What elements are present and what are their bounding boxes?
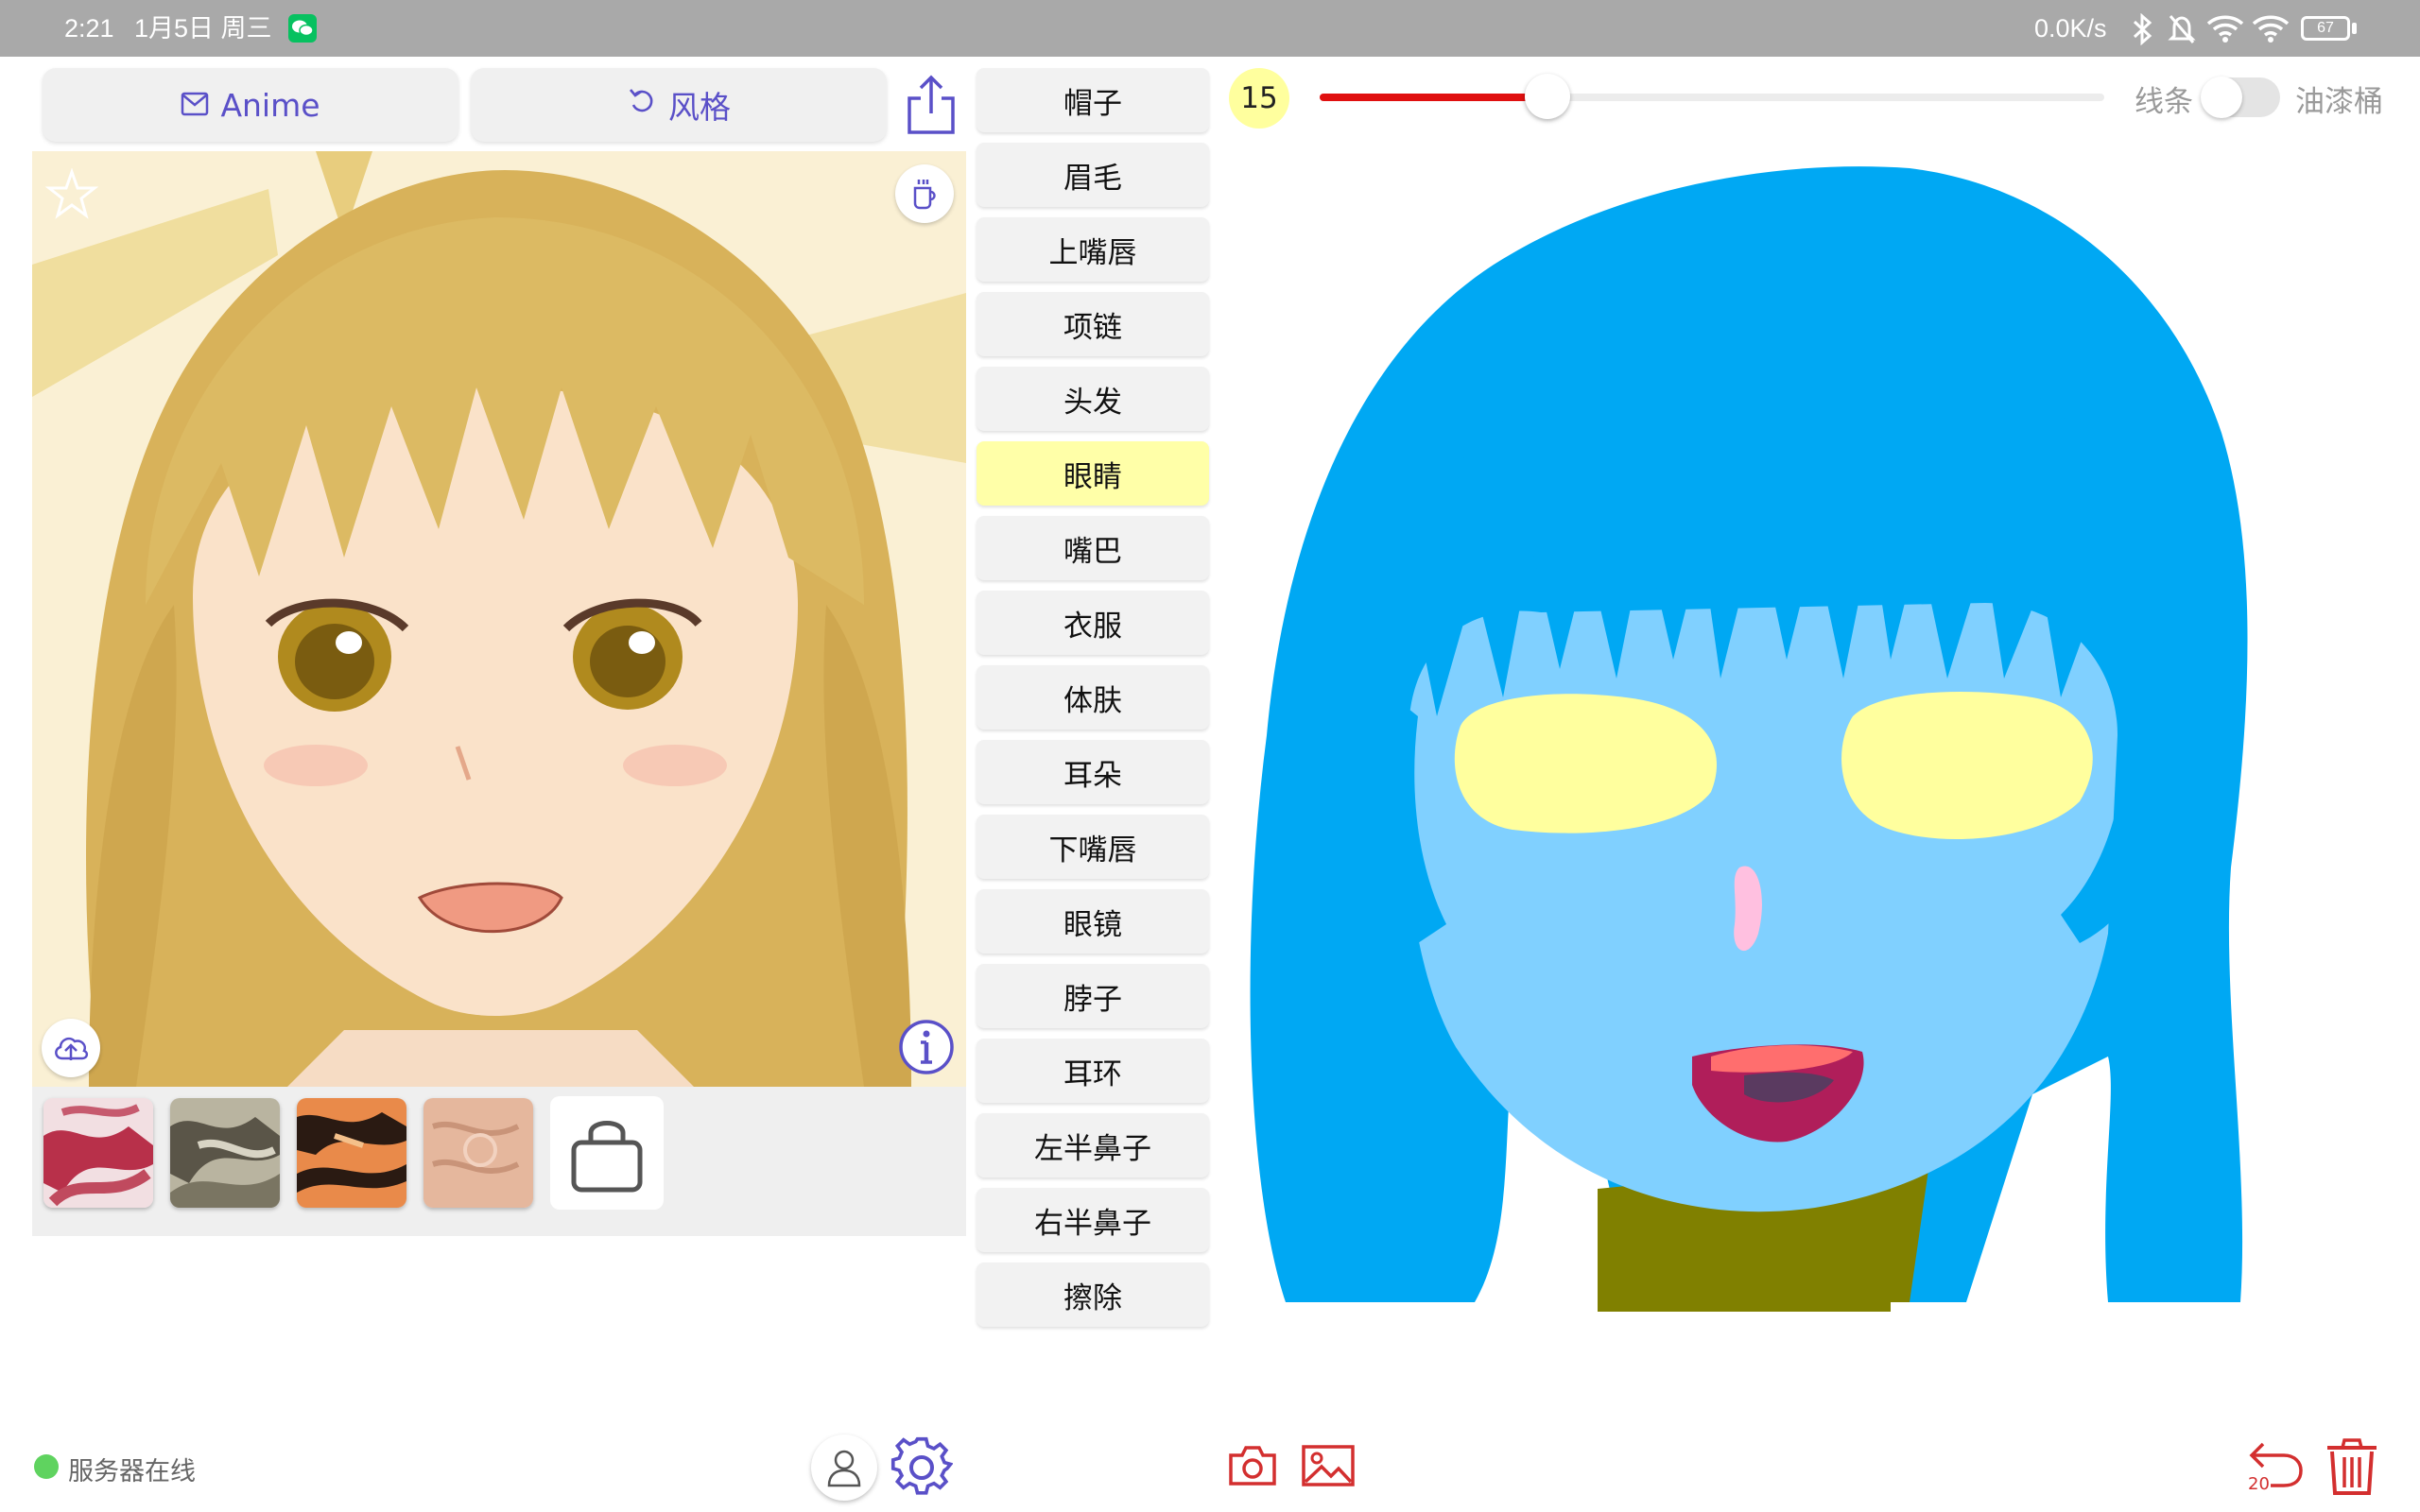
refresh-icon <box>627 86 657 124</box>
part-label: 项链 <box>1063 310 1122 345</box>
part-label: 眼睛 <box>1063 459 1122 494</box>
part-lower-lip[interactable]: 下嘴唇 <box>977 815 1209 879</box>
part-label: 眉毛 <box>1063 161 1122 196</box>
drawing-canvas[interactable] <box>1229 149 2269 1312</box>
anime-button[interactable]: Anime <box>43 68 458 142</box>
part-eraser[interactable]: 擦除 <box>977 1263 1209 1327</box>
style-button[interactable]: 风格 <box>471 68 887 142</box>
part-label: 眼镜 <box>1063 907 1122 942</box>
part-eyes[interactable]: 眼睛 <box>977 441 1209 506</box>
part-clothes[interactable]: 衣服 <box>977 591 1209 655</box>
wifi-icon <box>2252 13 2290 47</box>
part-label: 体肤 <box>1063 683 1122 718</box>
part-label: 耳环 <box>1063 1057 1122 1091</box>
slider-thumb[interactable] <box>1524 74 1570 119</box>
camera-icon[interactable] <box>1227 1444 1278 1491</box>
part-upper-lip[interactable]: 上嘴唇 <box>977 217 1209 282</box>
fill-mode-toggle[interactable] <box>2201 77 2280 118</box>
info-icon[interactable] <box>898 1019 955 1079</box>
style-label: 风格 <box>668 89 731 126</box>
part-earrings[interactable]: 耳环 <box>977 1039 1209 1103</box>
part-label: 上嘴唇 <box>1048 235 1137 270</box>
part-skin[interactable]: 体肤 <box>977 665 1209 730</box>
part-hair[interactable]: 头发 <box>977 367 1209 431</box>
battery-icon: 67 <box>2301 16 2350 41</box>
undo-count: 20 <box>2248 1474 2270 1494</box>
anime-portrait-art <box>32 151 966 1087</box>
battery-level: 67 <box>2317 20 2334 36</box>
part-left-nose[interactable]: 左半鼻子 <box>977 1113 1209 1177</box>
part-ears[interactable]: 耳朵 <box>977 740 1209 804</box>
part-label: 嘴巴 <box>1063 534 1122 569</box>
part-label: 衣服 <box>1063 609 1122 644</box>
status-bar: 2:21 1月5日 周三 0.0K/s 67 <box>0 0 2420 57</box>
cloud-upload-icon[interactable] <box>42 1019 100 1077</box>
server-status-dot <box>34 1454 59 1479</box>
coffee-icon[interactable] <box>895 164 954 223</box>
part-label: 右半鼻子 <box>1034 1206 1151 1241</box>
share-icon[interactable] <box>904 74 959 140</box>
wechat-icon <box>288 14 317 46</box>
gear-icon[interactable] <box>890 1436 954 1503</box>
user-icon[interactable] <box>811 1435 877 1501</box>
part-label: 头发 <box>1063 385 1122 420</box>
anime-label: Anime <box>220 86 320 124</box>
part-label: 下嘴唇 <box>1048 833 1137 868</box>
star-icon[interactable] <box>44 167 99 223</box>
bag-icon[interactable] <box>550 1096 664 1210</box>
wifi-icon <box>2206 13 2244 47</box>
segmentation-drawing <box>1250 166 2248 1312</box>
status-time: 2:21 <box>64 14 114 43</box>
line-mode-label: 线条 <box>2135 85 2193 119</box>
generated-image <box>32 151 966 1087</box>
bell-off-icon <box>2167 13 2197 49</box>
part-label: 左半鼻子 <box>1034 1131 1151 1166</box>
slider-fill <box>1320 94 1547 101</box>
part-glasses[interactable]: 眼镜 <box>977 889 1209 954</box>
part-right-nose[interactable]: 右半鼻子 <box>977 1188 1209 1252</box>
mail-icon <box>181 87 209 124</box>
part-necklace[interactable]: 项链 <box>977 292 1209 356</box>
image-icon[interactable] <box>1301 1444 1356 1491</box>
style-thumb-gray[interactable] <box>170 1098 280 1208</box>
bluetooth-icon <box>2129 12 2155 49</box>
part-neck[interactable]: 脖子 <box>977 964 1209 1028</box>
part-label: 帽子 <box>1063 86 1122 121</box>
brush-size-value: 15 <box>1240 81 1278 115</box>
toggle-knob <box>2201 77 2242 118</box>
style-thumb-red[interactable] <box>43 1098 153 1208</box>
part-label: 脖子 <box>1063 982 1122 1017</box>
server-status-label: 服务器在线 <box>68 1457 196 1486</box>
brush-size-slider[interactable] <box>1320 74 2104 119</box>
part-eyebrows[interactable]: 眉毛 <box>977 143 1209 207</box>
style-thumb-peach[interactable] <box>424 1098 533 1208</box>
trash-icon[interactable] <box>2324 1436 2380 1501</box>
part-mouth[interactable]: 嘴巴 <box>977 516 1209 580</box>
part-hat[interactable]: 帽子 <box>977 68 1209 132</box>
net-speed: 0.0K/s <box>2034 14 2107 43</box>
style-thumb-orange[interactable] <box>297 1098 406 1208</box>
battery-tip <box>2352 23 2357 34</box>
brush-size-badge: 15 <box>1229 68 1289 129</box>
status-date: 1月5日 周三 <box>134 14 272 43</box>
part-label: 擦除 <box>1063 1280 1122 1315</box>
fill-mode-label: 油漆桶 <box>2295 85 2383 119</box>
part-label: 耳朵 <box>1063 758 1122 793</box>
